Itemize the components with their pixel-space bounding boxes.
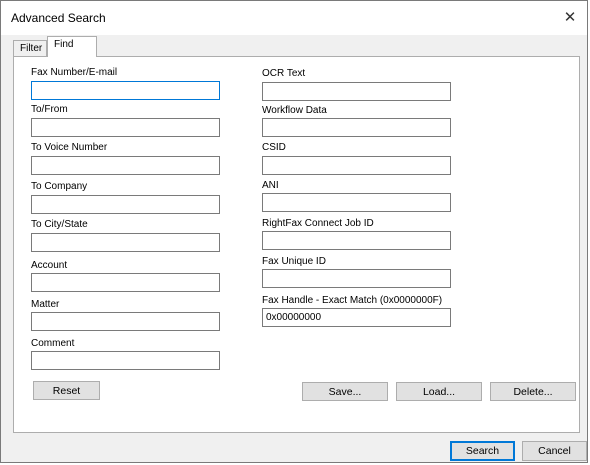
to-voice-number-label: To Voice Number (31, 142, 108, 153)
fax-handle-input[interactable] (262, 308, 451, 327)
window-title: Advanced Search (11, 11, 106, 25)
comment-input[interactable] (31, 351, 220, 370)
workflow-data-input[interactable] (262, 118, 451, 137)
tab-find[interactable]: Find (47, 36, 97, 57)
save-button[interactable]: Save... (302, 382, 388, 401)
workflow-data-label: Workflow Data (262, 105, 327, 116)
account-label: Account (31, 260, 68, 271)
to-from-label: To/From (31, 104, 68, 115)
to-company-input[interactable] (31, 195, 220, 214)
delete-button[interactable]: Delete... (490, 382, 576, 401)
matter-input[interactable] (31, 312, 220, 331)
to-city-state-label: To City/State (31, 219, 88, 230)
ani-input[interactable] (262, 193, 451, 212)
ani-label: ANI (262, 180, 279, 191)
to-city-state-input[interactable] (31, 233, 220, 252)
close-icon[interactable]: ✕ (553, 1, 587, 35)
title-bar: Advanced Search ✕ (1, 1, 587, 35)
rightfax-connect-job-id-label: RightFax Connect Job ID (262, 218, 374, 229)
fax-handle-label: Fax Handle - Exact Match (0x0000000F) (262, 295, 443, 306)
fax-unique-id-input[interactable] (262, 269, 451, 288)
csid-input[interactable] (262, 156, 451, 175)
rightfax-connect-job-id-input[interactable] (262, 231, 451, 250)
to-voice-number-input[interactable] (31, 156, 220, 175)
advanced-search-dialog: Advanced Search ✕ Filter Find Fax Number… (0, 0, 588, 463)
fax-unique-id-label: Fax Unique ID (262, 256, 326, 267)
find-panel: Fax Number/E-mail To/From To Voice Numbe… (13, 56, 580, 433)
tab-filter[interactable]: Filter (13, 40, 47, 57)
to-company-label: To Company (31, 181, 88, 192)
fax-number-input[interactable] (31, 81, 220, 100)
matter-label: Matter (31, 299, 60, 310)
ocr-text-label: OCR Text (262, 68, 306, 79)
fax-number-label: Fax Number/E-mail (31, 67, 118, 78)
to-from-input[interactable] (31, 118, 220, 137)
search-button[interactable]: Search (450, 441, 515, 461)
comment-label: Comment (31, 338, 75, 349)
account-input[interactable] (31, 273, 220, 292)
ocr-text-input[interactable] (262, 82, 451, 101)
csid-label: CSID (262, 142, 286, 153)
load-button[interactable]: Load... (396, 382, 482, 401)
cancel-button[interactable]: Cancel (522, 441, 587, 461)
reset-button[interactable]: Reset (33, 381, 100, 400)
